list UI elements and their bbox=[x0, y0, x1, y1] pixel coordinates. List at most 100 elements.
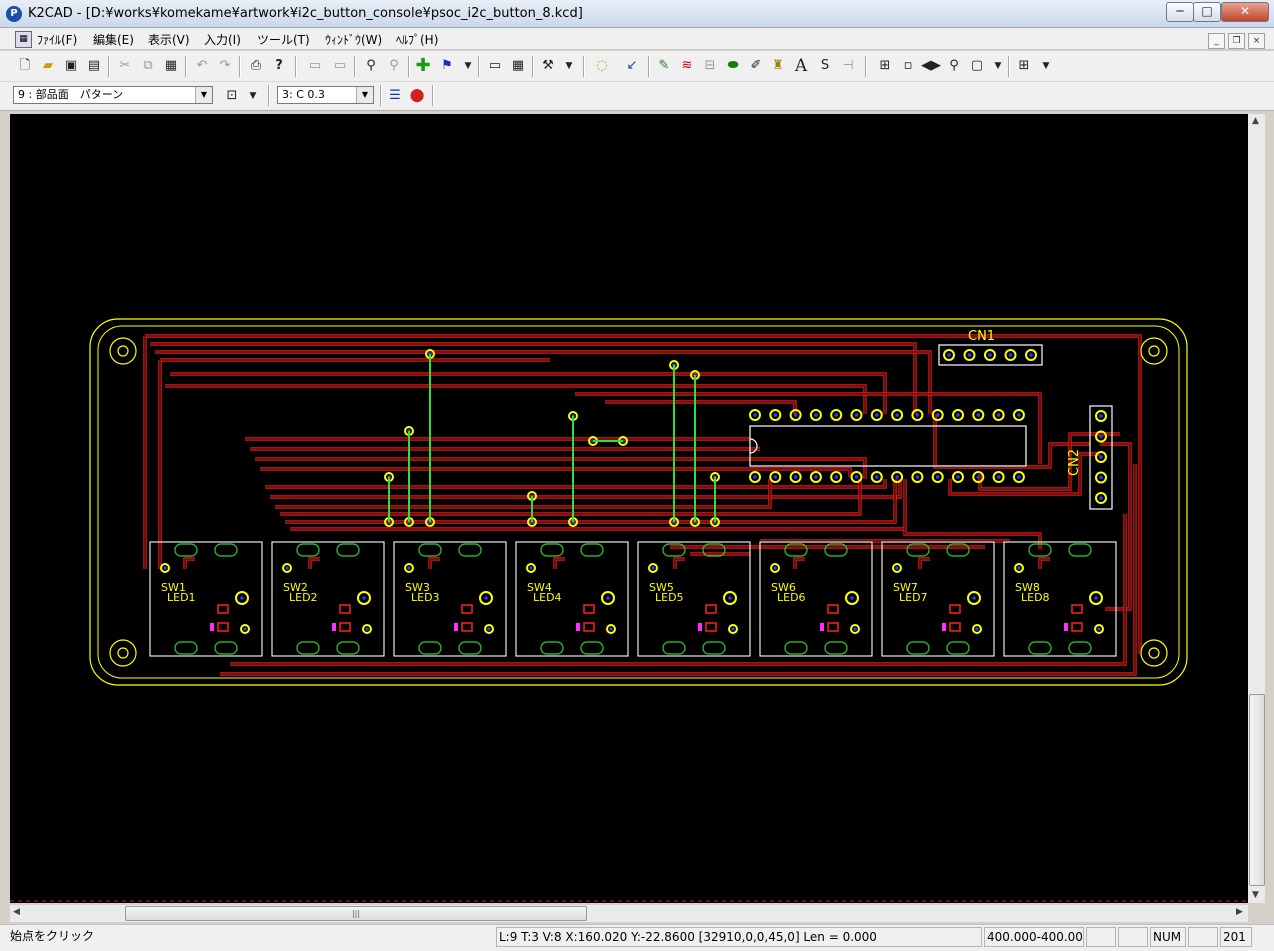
vertical-scroll-thumb[interactable] bbox=[1249, 694, 1265, 886]
new-icon[interactable]: 🗋 bbox=[15, 56, 35, 76]
help-icon[interactable]: ? bbox=[269, 56, 289, 76]
menu-input[interactable]: 入力(I) bbox=[204, 31, 241, 48]
zoom-in-icon[interactable]: ⊞ bbox=[875, 56, 895, 76]
save-icon[interactable]: ▣ bbox=[61, 56, 81, 76]
save-all-icon[interactable]: ▤ bbox=[84, 56, 104, 76]
zoom-icon[interactable]: ⚲ bbox=[944, 56, 964, 76]
bus-icon[interactable]: ⊟ bbox=[700, 56, 720, 76]
via-icon[interactable]: ≋ bbox=[677, 56, 697, 76]
title-bar: P K2CAD - [D:¥works¥komekame¥artwork¥i2c… bbox=[0, 0, 1274, 28]
vertical-scrollbar[interactable]: ▲ ▼ bbox=[1248, 114, 1265, 903]
scroll-left-icon[interactable]: ◀ bbox=[13, 907, 20, 917]
chevron-down-icon[interactable]: ▼ bbox=[195, 87, 212, 103]
trace-core bbox=[605, 401, 796, 414]
close-button[interactable]: ✕ bbox=[1221, 2, 1269, 22]
label-icon[interactable]: ♜ bbox=[768, 56, 788, 76]
pcb-canvas[interactable]: CN1 CN2 SW1 LED1 SW2 LED2 SW3 LED3 SW4 LED4 SW5 L… bbox=[10, 114, 1248, 903]
cut-icon[interactable]: ✂ bbox=[115, 56, 135, 76]
grid-setting-icon[interactable]: ⊞ bbox=[1014, 56, 1034, 76]
switch-pad bbox=[214, 543, 238, 557]
pointer-icon[interactable]: ↙ bbox=[622, 56, 642, 76]
redo-icon[interactable]: ↷ bbox=[215, 56, 235, 76]
ic-pad-top-core bbox=[773, 413, 778, 417]
layer-down-icon[interactable]: ▭ bbox=[330, 56, 350, 76]
find-icon[interactable]: ⚲ bbox=[361, 56, 381, 76]
layer-up-icon[interactable]: ▭ bbox=[305, 56, 325, 76]
document-icon[interactable]: ▦ bbox=[15, 31, 32, 48]
grid-dropdown-icon[interactable]: ▼ bbox=[1036, 56, 1056, 76]
switch-pad bbox=[418, 543, 442, 557]
ic-pad-bottom-core bbox=[1017, 475, 1021, 479]
minimize-button[interactable]: ─ bbox=[1166, 2, 1194, 22]
led-resistor bbox=[461, 604, 473, 614]
scroll-down-icon[interactable]: ▼ bbox=[1252, 890, 1259, 900]
layer-toolbar: 9 : 部品面 パターン ▼ ⊡ ▼ 3: C 0.3 ▼ ☰ ⬤ bbox=[0, 82, 1274, 111]
scroll-right-icon[interactable]: ▶ bbox=[1236, 907, 1243, 917]
pcb-drawing[interactable]: CN1 CN2 SW1LED1SW2LED2SW3LED3SW4LED4SW5L… bbox=[10, 114, 1248, 903]
flag-icon[interactable]: ⚑ bbox=[437, 56, 457, 76]
led-pad-core bbox=[731, 627, 735, 631]
view-icon[interactable]: ▭ bbox=[485, 56, 505, 76]
ic-pad-top-core bbox=[793, 413, 798, 417]
hammer-dropdown-icon[interactable]: ▼ bbox=[559, 56, 579, 76]
app-icon[interactable]: P bbox=[6, 6, 22, 22]
mdi-minimize-button[interactable]: _ bbox=[1208, 33, 1225, 49]
led-label: LED3 bbox=[411, 591, 440, 604]
scroll-up-icon[interactable]: ▲ bbox=[1252, 116, 1259, 126]
menu-file[interactable]: ﾌｧｲﾙ(F) bbox=[37, 31, 77, 48]
menu-view[interactable]: 表示(V) bbox=[148, 31, 190, 48]
open-icon[interactable]: ▰ bbox=[38, 56, 58, 76]
arc-icon[interactable]: Ѕ bbox=[815, 56, 835, 76]
menu-edit[interactable]: 編集(E) bbox=[93, 31, 134, 48]
led-pad-core bbox=[487, 627, 491, 631]
ic-pad-top-core bbox=[1017, 413, 1021, 417]
layer-select[interactable]: 9 : 部品面 パターン ▼ bbox=[13, 86, 213, 104]
horizontal-scroll-thumb[interactable]: ||| bbox=[125, 906, 587, 921]
hammer-icon[interactable]: ⚒ bbox=[538, 56, 558, 76]
led-pad-core bbox=[972, 596, 976, 600]
chevron-down-icon[interactable]: ▼ bbox=[356, 87, 373, 103]
cn2-pad-core bbox=[1099, 475, 1103, 480]
layer-props-icon[interactable]: ⊡ bbox=[222, 86, 242, 106]
mount-hole-core bbox=[1148, 647, 1160, 659]
print-icon[interactable]: ⎙ bbox=[246, 56, 266, 76]
window-icon[interactable]: ▢ bbox=[967, 56, 987, 76]
ic-pad-bottom-core bbox=[793, 475, 798, 479]
horizontal-scrollbar[interactable]: ◀ ||| ▶ bbox=[10, 905, 1248, 922]
ic-pad-top-core bbox=[915, 413, 920, 417]
brush-icon[interactable]: ✐ bbox=[746, 56, 766, 76]
mdi-close-button[interactable]: × bbox=[1248, 33, 1265, 49]
cn2-pad-core bbox=[1099, 496, 1103, 500]
maximize-button[interactable]: □ bbox=[1193, 2, 1221, 22]
led-label: LED8 bbox=[1021, 591, 1050, 604]
copy-icon[interactable]: ⧉ bbox=[138, 56, 158, 76]
menu-window[interactable]: ｳｨﾝﾄﾞｳ(W) bbox=[325, 31, 382, 48]
flag-dropdown-icon[interactable]: ▼ bbox=[458, 56, 478, 76]
switch-pad bbox=[214, 641, 238, 655]
led-pad-core bbox=[484, 596, 488, 600]
layer-props-dropdown-icon[interactable]: ▼ bbox=[243, 86, 263, 106]
status-pane-empty-3 bbox=[1188, 927, 1218, 947]
pen-icon[interactable]: ✎ bbox=[654, 56, 674, 76]
color-icon[interactable]: ⬤ bbox=[407, 86, 427, 106]
text-icon[interactable]: A bbox=[791, 56, 811, 76]
add-icon[interactable]: ✚ bbox=[413, 56, 433, 76]
lasso-icon[interactable]: ◌ bbox=[592, 56, 612, 76]
find-next-icon[interactable]: ⚲ bbox=[384, 56, 404, 76]
grid-icon[interactable]: ▦ bbox=[508, 56, 528, 76]
line-width-select[interactable]: 3: C 0.3 ▼ bbox=[277, 86, 374, 104]
line-style-icon[interactable]: ☰ bbox=[385, 86, 405, 106]
flip-icon[interactable]: ◀▶ bbox=[921, 56, 941, 76]
sw-pad-core bbox=[285, 566, 289, 570]
menu-help[interactable]: ﾍﾙﾌﾟ(H) bbox=[396, 31, 438, 48]
status-num: NUM bbox=[1150, 927, 1186, 947]
pad-icon[interactable]: ⬬ bbox=[723, 56, 743, 76]
mdi-restore-button[interactable]: ❐ bbox=[1228, 33, 1245, 49]
pin-icon[interactable]: ⊣ bbox=[838, 56, 858, 76]
paste-icon[interactable]: ▦ bbox=[161, 56, 181, 76]
switch-pad bbox=[824, 641, 848, 655]
zoom-box-icon[interactable]: ▫ bbox=[898, 56, 918, 76]
undo-icon[interactable]: ↶ bbox=[192, 56, 212, 76]
menu-tools[interactable]: ツール(T) bbox=[257, 31, 310, 48]
window-dropdown-icon[interactable]: ▼ bbox=[988, 56, 1008, 76]
